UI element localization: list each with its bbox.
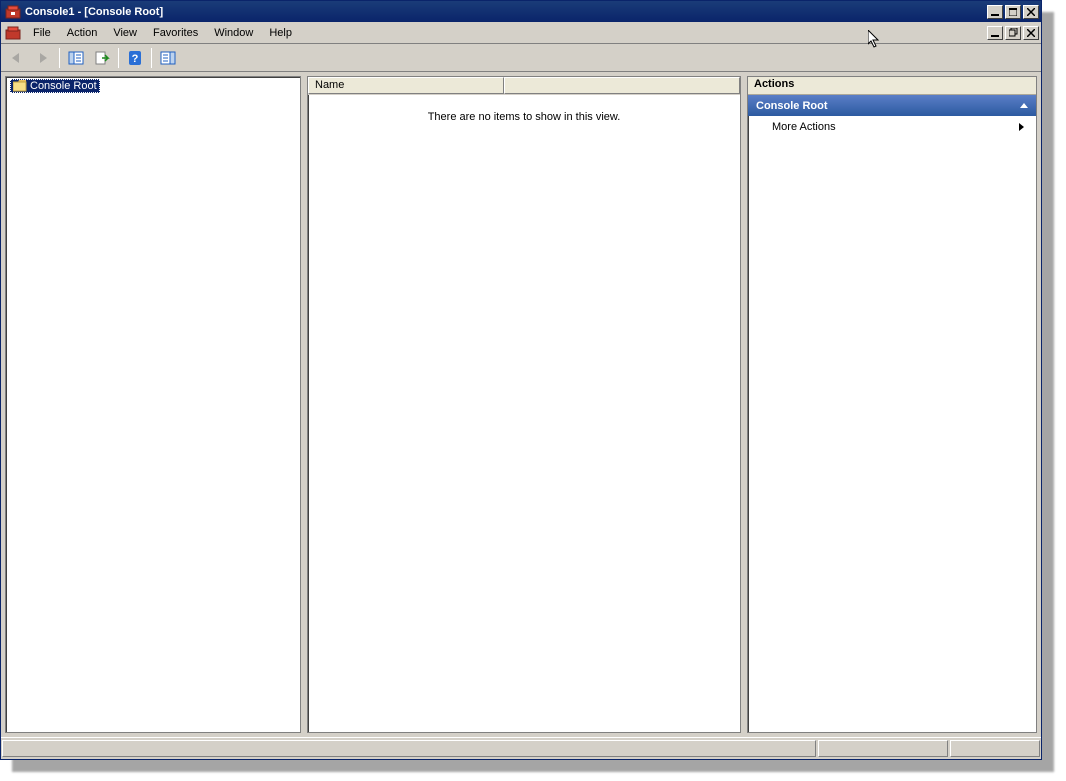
- menu-view[interactable]: View: [105, 25, 145, 41]
- toolbar-separator: [59, 48, 60, 68]
- column-spacer[interactable]: [504, 77, 740, 94]
- toolbar: ?: [1, 44, 1041, 72]
- svg-text:?: ?: [132, 53, 139, 65]
- scope-tree-panel[interactable]: Console Root: [5, 76, 301, 733]
- show-hide-tree-button[interactable]: [64, 47, 88, 69]
- mdi-restore-button[interactable]: [1005, 26, 1021, 40]
- help-button[interactable]: ?: [123, 47, 147, 69]
- window-title: Console1 - [Console Root]: [25, 6, 981, 18]
- empty-list-message: There are no items to show in this view.: [428, 111, 621, 123]
- mdi-close-button[interactable]: [1023, 26, 1039, 40]
- actions-section-label: Console Root: [756, 100, 828, 112]
- result-list-panel[interactable]: Name There are no items to show in this …: [307, 76, 741, 733]
- more-actions-label: More Actions: [772, 121, 836, 133]
- toolbar-separator: [151, 48, 152, 68]
- menu-favorites[interactable]: Favorites: [145, 25, 206, 41]
- actions-section-header[interactable]: Console Root: [748, 95, 1036, 116]
- status-pane-2: [818, 740, 948, 757]
- export-list-button[interactable]: [90, 47, 114, 69]
- close-button[interactable]: [1023, 5, 1039, 19]
- folder-icon: [13, 80, 27, 92]
- toolbar-separator: [118, 48, 119, 68]
- actions-title: Actions: [748, 77, 1036, 95]
- menu-window[interactable]: Window: [206, 25, 261, 41]
- workspace: Console Root Name There are no items to …: [1, 72, 1041, 737]
- mdi-minimize-button[interactable]: [987, 26, 1003, 40]
- tree-node-console-root[interactable]: Console Root: [10, 79, 100, 93]
- list-body: There are no items to show in this view.: [308, 95, 740, 732]
- status-bar: [1, 737, 1041, 759]
- menu-help[interactable]: Help: [261, 25, 300, 41]
- submenu-arrow-icon: [1019, 123, 1024, 131]
- mdi-child-icon[interactable]: [5, 25, 21, 41]
- mmc-window: Console1 - [Console Root] File Action Vi…: [0, 0, 1042, 760]
- menu-action[interactable]: Action: [59, 25, 106, 41]
- more-actions-item[interactable]: More Actions: [748, 116, 1036, 138]
- tree-node-label: Console Root: [30, 80, 97, 92]
- forward-button[interactable]: [31, 47, 55, 69]
- collapse-icon: [1020, 103, 1028, 108]
- title-bar[interactable]: Console1 - [Console Root]: [1, 1, 1041, 22]
- maximize-button[interactable]: [1005, 5, 1021, 19]
- menu-bar: File Action View Favorites Window Help: [1, 22, 1041, 44]
- status-main: [2, 740, 816, 757]
- status-grip: [950, 740, 1040, 757]
- column-name[interactable]: Name: [308, 77, 504, 94]
- back-button[interactable]: [5, 47, 29, 69]
- actions-panel: Actions Console Root More Actions: [747, 76, 1037, 733]
- minimize-button[interactable]: [987, 5, 1003, 19]
- menu-file[interactable]: File: [25, 25, 59, 41]
- list-header: Name: [308, 77, 740, 95]
- app-icon: [5, 4, 21, 20]
- show-hide-action-pane-button[interactable]: [156, 47, 180, 69]
